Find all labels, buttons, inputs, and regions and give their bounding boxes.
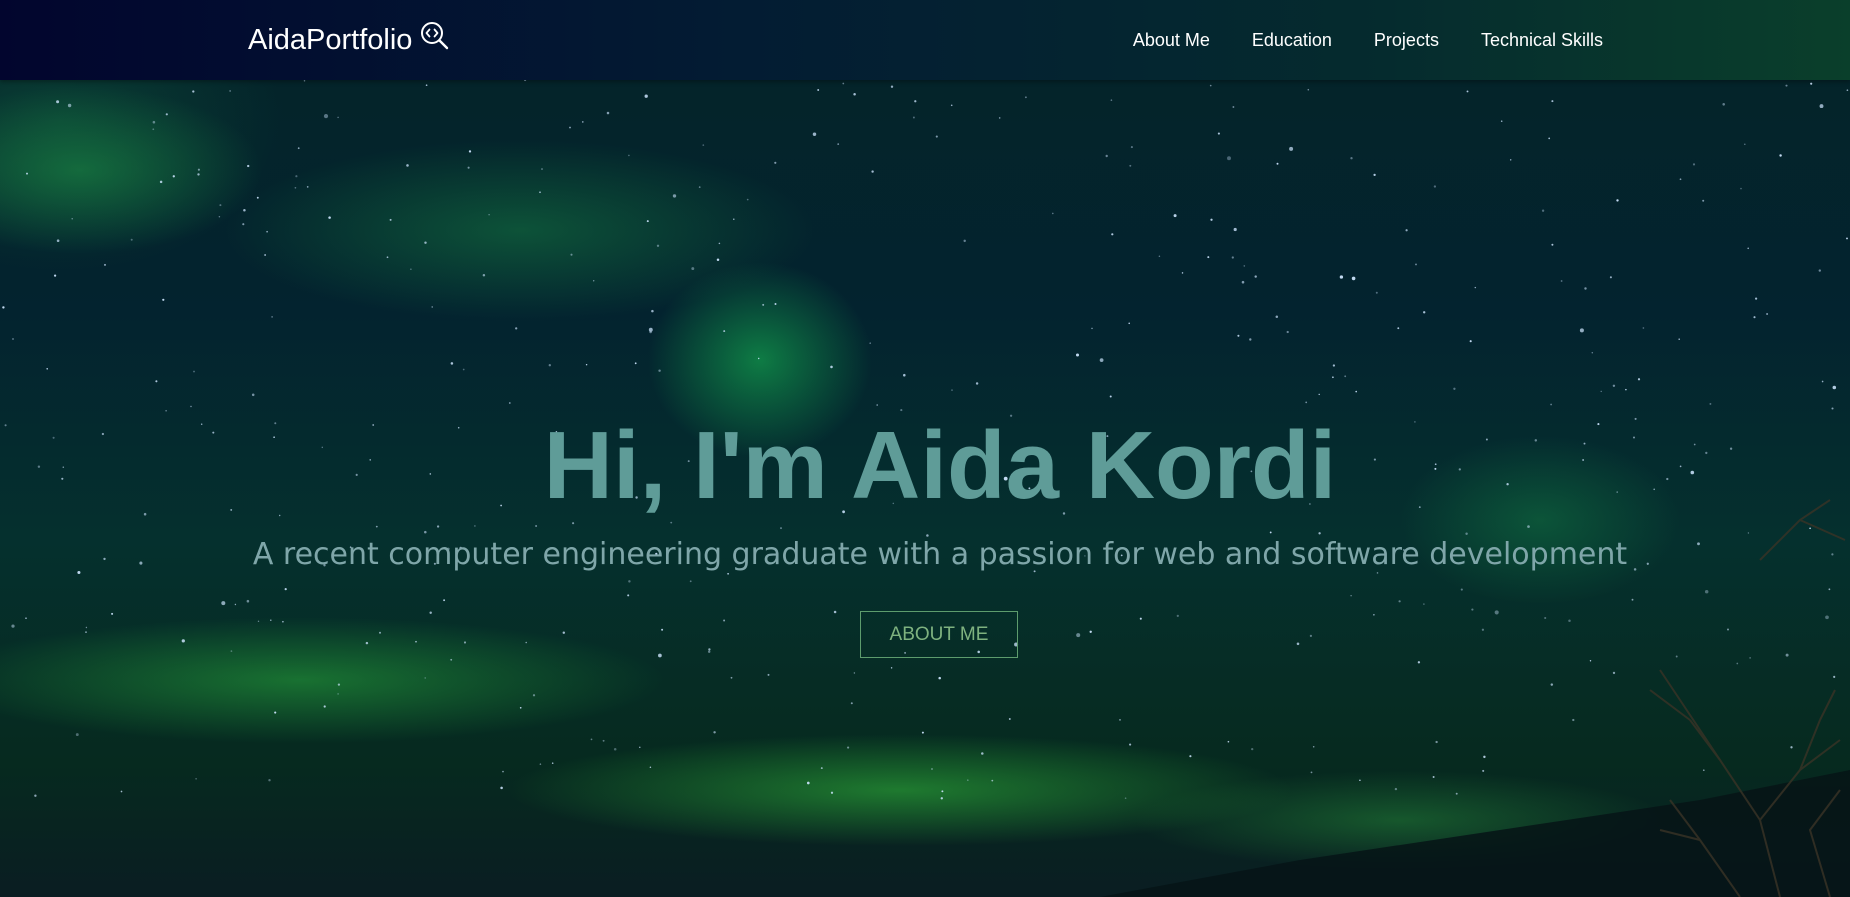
brand-logo-link[interactable]: AidaPortfolio (248, 20, 450, 60)
portfolio-page: AidaPortfolio About Me Education Project… (0, 0, 1850, 897)
nav-link-projects[interactable]: Projects (1374, 30, 1439, 51)
top-navbar: AidaPortfolio About Me Education Project… (0, 0, 1850, 80)
hero-section: Hi, I'm Aida Kordi A recent computer eng… (0, 0, 1850, 897)
hero-title: Hi, I'm Aida Kordi (543, 412, 1337, 519)
nav-link-technical-skills[interactable]: Technical Skills (1481, 30, 1603, 51)
code-search-icon (421, 22, 449, 50)
about-me-button[interactable]: ABOUT ME (860, 611, 1018, 658)
nav-link-education[interactable]: Education (1252, 30, 1332, 51)
brand-name: AidaPortfolio (248, 23, 413, 56)
nav-link-about-me[interactable]: About Me (1133, 30, 1210, 51)
hero-subtitle: A recent computer engineering graduate w… (252, 537, 1628, 572)
nav-links: About Me Education Projects Technical Sk… (1133, 0, 1603, 80)
